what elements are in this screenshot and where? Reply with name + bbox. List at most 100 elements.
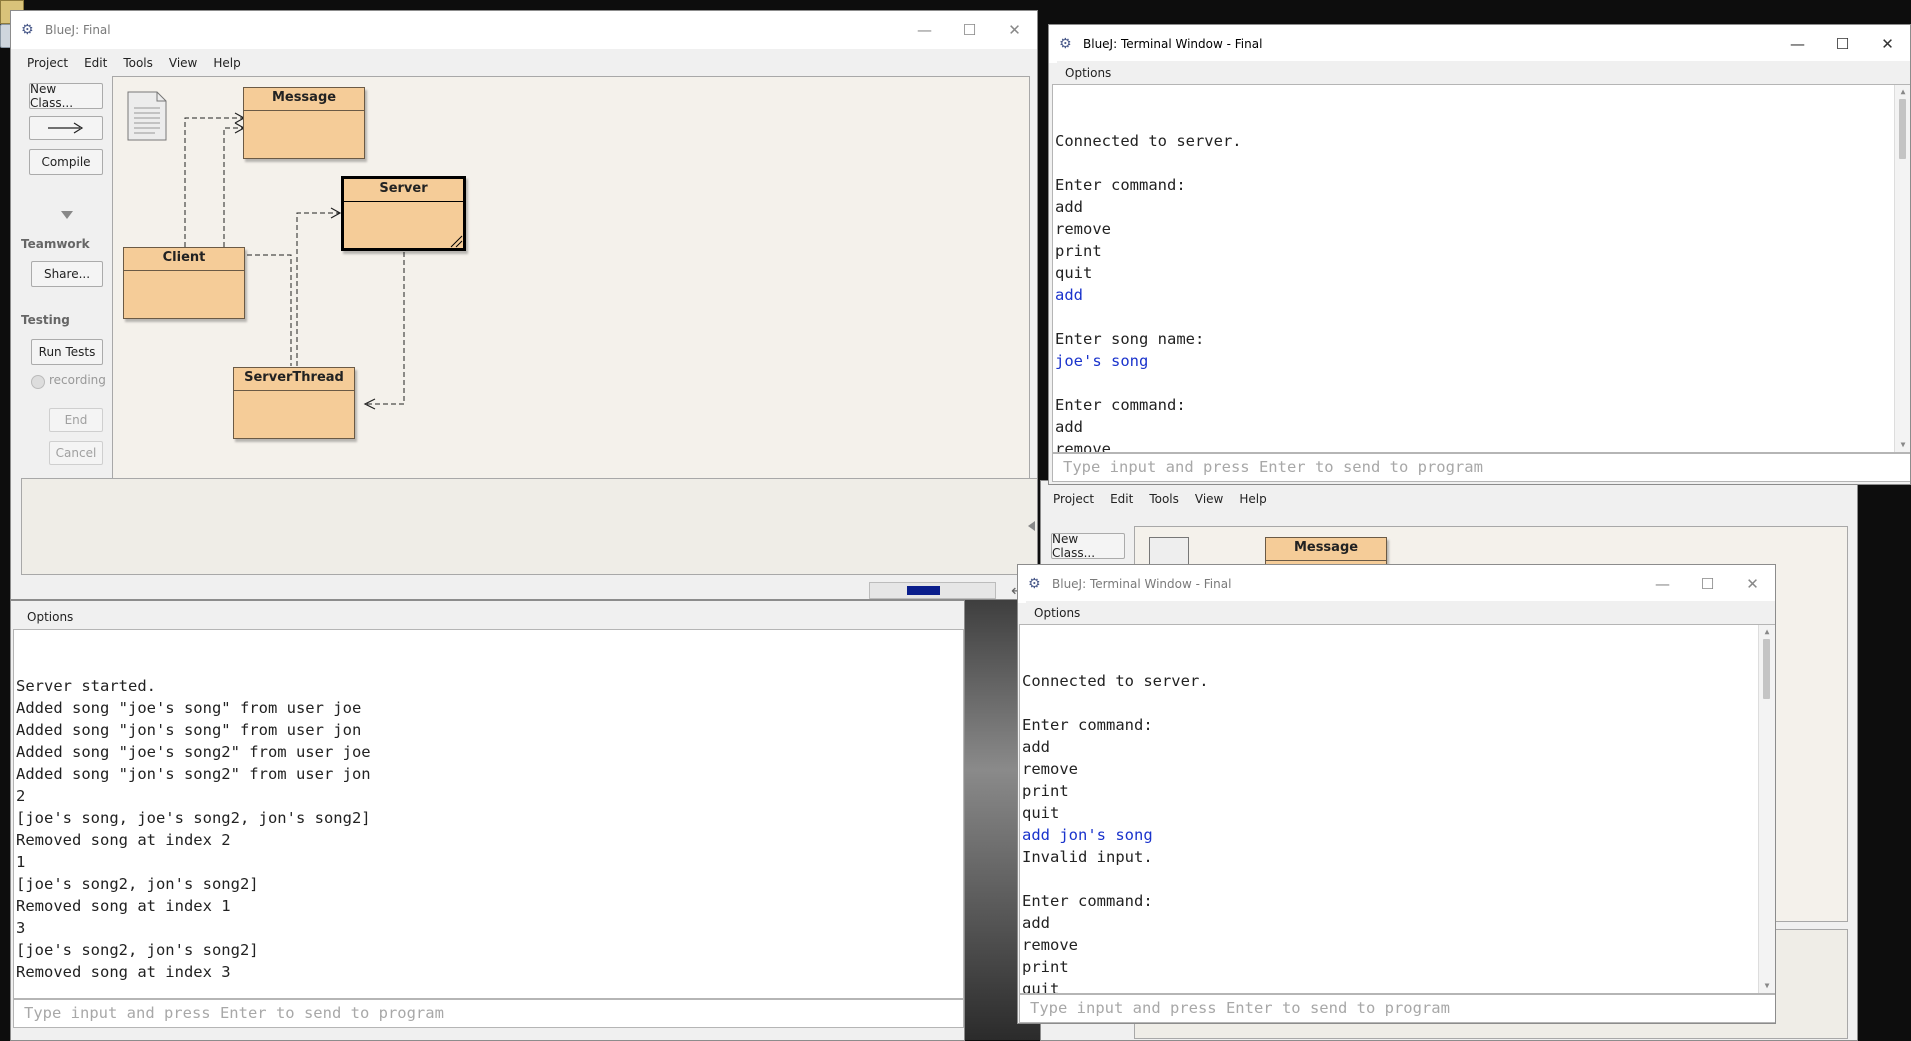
menu-view[interactable]: View <box>1187 492 1231 506</box>
terminal-input[interactable]: Type input and press Enter to send to pr… <box>13 999 964 1028</box>
class-message[interactable]: Message <box>243 87 365 159</box>
terminal-line: Removed song at index 3 <box>16 963 231 981</box>
main-titlebar[interactable]: ⚙ BlueJ: Final — ☐ ✕ <box>11 11 1037 49</box>
bluej-logo-icon: ⚙ <box>1028 576 1041 592</box>
resize-handle-icon[interactable] <box>449 234 463 248</box>
terminal-window-bottom: ⚙ BlueJ: Terminal Window - Final — ☐ ✕ O… <box>1017 564 1776 1024</box>
terminal-line: Added song "jon's song" from user jon <box>16 721 362 739</box>
terminal-line: print <box>1022 782 1069 800</box>
menu-tools[interactable]: Tools <box>115 56 161 70</box>
arrow-icon <box>48 122 84 134</box>
menu-options[interactable]: Options <box>1057 66 1119 80</box>
scroll-down-icon[interactable]: ▼ <box>1895 438 1910 452</box>
terminal-line: quit <box>1055 264 1093 282</box>
window-title: BlueJ: Terminal Window - Final <box>1052 577 1232 591</box>
new-arrow-button[interactable] <box>29 116 103 140</box>
maximize-icon[interactable]: ☐ <box>1820 25 1865 63</box>
terminal-line: 2 <box>16 787 26 805</box>
bluej-logo-icon: ⚙ <box>21 22 34 38</box>
terminal-line: joe's song <box>1055 352 1149 370</box>
close-icon[interactable]: ✕ <box>1865 25 1910 63</box>
compile-button[interactable]: Compile <box>29 149 103 175</box>
share-button[interactable]: Share... <box>31 261 103 287</box>
bluej-main-window: ⚙ BlueJ: Final — ☐ ✕ Project Edit Tools … <box>10 10 1038 600</box>
menu-help[interactable]: Help <box>205 56 248 70</box>
terminal-line: print <box>1055 242 1102 260</box>
menu-tools[interactable]: Tools <box>1141 492 1187 506</box>
terminal-line: Added song "joe's song" from user joe <box>16 699 362 717</box>
end-button[interactable]: End <box>49 408 103 432</box>
terminal-output: Connected to server. Enter command: add rem… <box>1052 84 1910 453</box>
terminal-input[interactable]: Type input and press Enter to send to pr… <box>1052 453 1910 482</box>
scroll-thumb[interactable] <box>1899 99 1906 159</box>
collapse-triangle-icon[interactable] <box>61 211 73 219</box>
minimize-icon[interactable]: — <box>902 11 947 49</box>
terminal-line: remove <box>1055 440 1111 453</box>
terminal-line: 3 <box>16 919 26 937</box>
expand-triangle-icon[interactable] <box>1028 521 1035 531</box>
recording-label: recording <box>49 373 106 387</box>
menu-edit[interactable]: Edit <box>76 56 115 70</box>
bluej-logo-icon: ⚙ <box>1059 36 1072 52</box>
terminal-line: Enter command: <box>1022 892 1153 910</box>
menu-edit[interactable]: Edit <box>1102 492 1141 506</box>
class-server[interactable]: Server <box>341 176 466 251</box>
terminal-line: add <box>1055 418 1083 436</box>
terminal-line: add <box>1055 286 1083 304</box>
document-icon <box>127 91 167 141</box>
terminal-line: 1 <box>16 853 26 871</box>
terminal-input[interactable]: Type input and press Enter to send to pr… <box>1019 994 1775 1023</box>
terminal-line: Enter song name: <box>1055 330 1205 348</box>
window-title: BlueJ: Terminal Window - Final <box>1083 37 1263 51</box>
menu-options[interactable]: Options <box>1026 606 1088 620</box>
terminal-bottom-titlebar[interactable]: ⚙ BlueJ: Terminal Window - Final — ☐ ✕ <box>1018 565 1775 603</box>
recording-checkbox[interactable] <box>31 375 45 389</box>
terminal-line: Connected to server. <box>1022 672 1209 690</box>
terminal-line: Connected to server. <box>1055 132 1242 150</box>
menu-project[interactable]: Project <box>19 56 76 70</box>
terminal-options-bar: Options <box>1057 61 1910 85</box>
terminal-output: Connected to server. Enter command: add rem… <box>1019 624 1775 994</box>
terminal-line: Enter command: <box>1055 176 1186 194</box>
close-icon[interactable]: ✕ <box>1730 565 1775 603</box>
testing-label: Testing <box>21 313 70 327</box>
minimize-icon[interactable]: — <box>1775 25 1820 63</box>
menu-help[interactable]: Help <box>1231 492 1274 506</box>
terminal-line: print <box>1022 958 1069 976</box>
terminal-line: Added song "joe's song2" from user joe <box>16 743 371 761</box>
vertical-scrollbar[interactable]: ▲ ▼ <box>1758 625 1775 993</box>
vertical-scrollbar[interactable]: ▲ ▼ <box>1894 85 1910 452</box>
second-menubar: Project Edit Tools View Help <box>1045 487 1857 511</box>
menu-options[interactable]: Options <box>19 610 81 624</box>
scroll-up-icon[interactable]: ▲ <box>1895 85 1910 99</box>
maximize-icon[interactable]: ☐ <box>1685 565 1730 603</box>
cancel-button[interactable]: Cancel <box>49 441 103 465</box>
maximize-icon[interactable]: ☐ <box>947 11 992 49</box>
class-serverthread[interactable]: ServerThread <box>233 367 355 439</box>
close-icon[interactable]: ✕ <box>992 11 1037 49</box>
message-area <box>21 478 1037 575</box>
terminal-line: remove <box>1055 220 1111 238</box>
terminal-top-titlebar[interactable]: ⚙ BlueJ: Terminal Window - Final — ☐ ✕ <box>1049 25 1910 63</box>
terminal-line: add <box>1022 738 1050 756</box>
scroll-thumb[interactable] <box>1763 639 1770 699</box>
class-client[interactable]: Client <box>123 247 245 319</box>
menu-project[interactable]: Project <box>1045 492 1102 506</box>
terminal-line: add jon's song <box>1022 826 1153 844</box>
run-tests-button[interactable]: Run Tests <box>31 339 103 365</box>
new-class-button[interactable]: New Class... <box>29 82 103 110</box>
minimize-icon[interactable]: — <box>1640 565 1685 603</box>
new-class-button[interactable]: New Class... <box>1051 532 1125 560</box>
class-diagram-canvas[interactable]: Message Server Client ServerThread <box>112 76 1030 483</box>
terminal-line: [joe's song2, jon's song2] <box>16 941 259 959</box>
scroll-down-icon[interactable]: ▼ <box>1759 979 1775 993</box>
progress-fill <box>907 586 940 595</box>
readme-icon[interactable] <box>127 91 167 141</box>
scroll-up-icon[interactable]: ▲ <box>1759 625 1775 639</box>
menu-view[interactable]: View <box>161 56 205 70</box>
terminal-options-bar: Options <box>19 605 964 629</box>
terminal-line: add <box>1055 198 1083 216</box>
